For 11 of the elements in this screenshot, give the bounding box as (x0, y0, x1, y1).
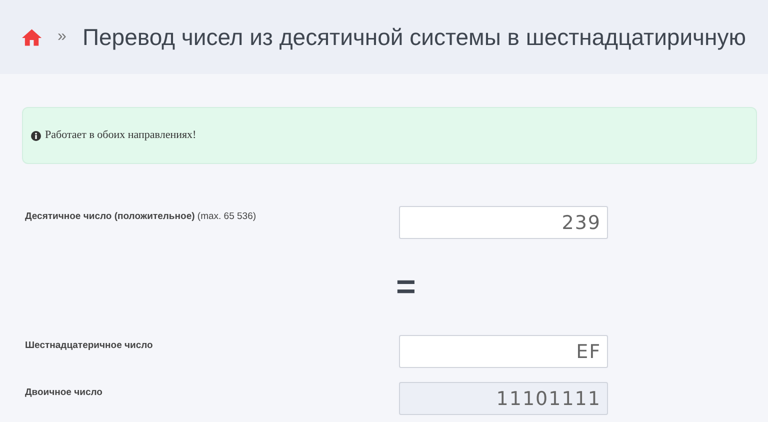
info-icon (31, 130, 41, 140)
home-icon[interactable] (22, 28, 42, 46)
alert-text: Работает в обоих направлениях! (45, 128, 196, 144)
number-field[interactable]: EF (399, 335, 608, 368)
number-field[interactable]: 239 (399, 206, 608, 239)
field-label: Двоичное число (25, 387, 102, 398)
equals-sign: = (396, 270, 416, 304)
field-label: Десятичное число (положительное) (max. 65 536) (25, 211, 256, 222)
field-label: Шестнадцатеричное число (25, 340, 153, 351)
breadcrumb-separator: » (58, 27, 66, 47)
page-title: Перевод чисел из десятичной системы в шестнадцатиричную (82, 22, 746, 52)
